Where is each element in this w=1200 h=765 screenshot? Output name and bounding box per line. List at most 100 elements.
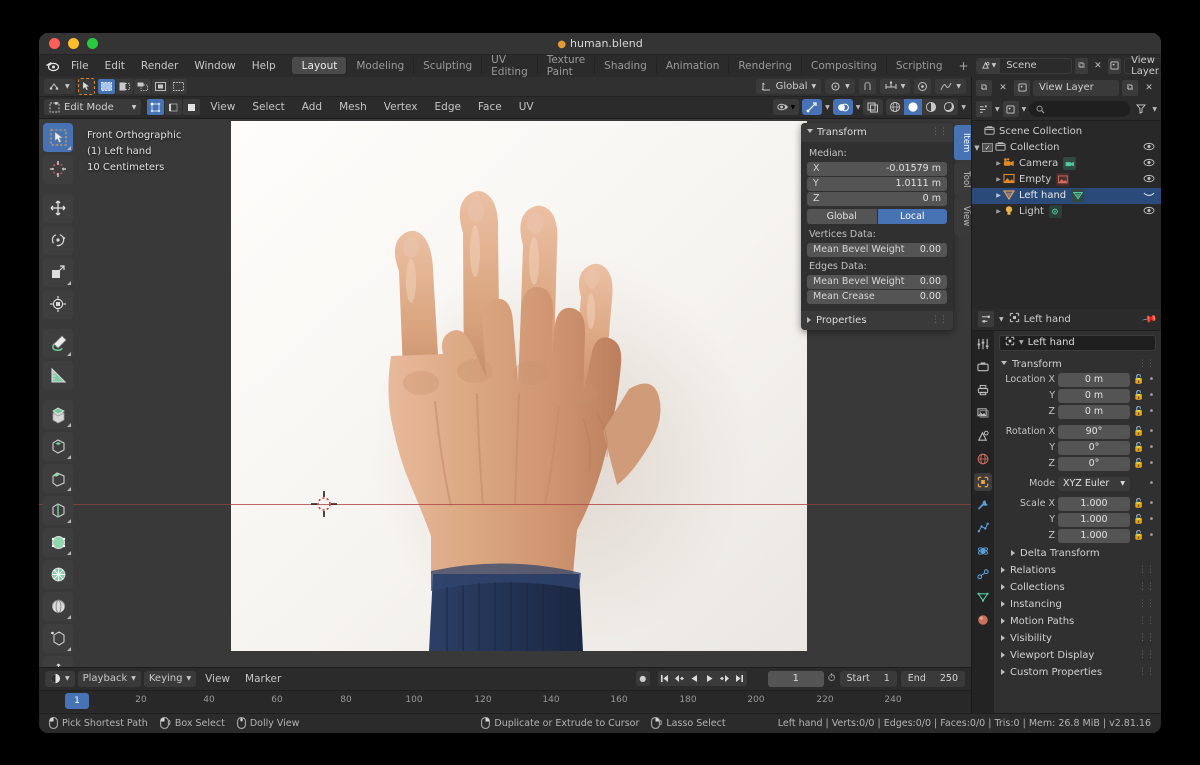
scale-x-row[interactable]: Scale X 1.000 🔓 • — [999, 496, 1156, 511]
rotation-x-value[interactable]: 90° — [1058, 424, 1130, 439]
n-tab-view[interactable]: View — [954, 198, 971, 235]
tab-shading[interactable]: Shading — [594, 57, 656, 74]
local-space-button[interactable]: Local — [877, 208, 947, 224]
outliner-row-collection[interactable]: ▼ ✓ Collection — [972, 140, 1161, 156]
snap-magnet-button[interactable] — [858, 78, 876, 94]
location-z-value[interactable]: 0 m — [1058, 404, 1130, 419]
pivot-point-combo[interactable]: ▼ — [825, 78, 855, 94]
rotation-y-row[interactable]: Y 0° 🔓 • — [999, 440, 1156, 455]
animate-property-dot[interactable]: • — [1147, 498, 1156, 509]
tool-scale[interactable] — [43, 257, 73, 287]
outliner-filter-mode-icon[interactable] — [976, 101, 992, 117]
tab-constraints[interactable] — [974, 565, 992, 583]
scene-icon[interactable]: ▼ — [976, 58, 1001, 73]
tab-scene[interactable] — [974, 427, 992, 445]
add-workspace-button[interactable]: + — [952, 57, 976, 75]
tab-uv-editing[interactable]: UV Editing — [481, 54, 537, 78]
viewport-menu-face[interactable]: Face — [471, 99, 509, 115]
location-x-row[interactable]: Location X 0 m 🔓 • — [999, 372, 1156, 387]
tool-annotate[interactable] — [43, 328, 73, 358]
viewport-menu-add[interactable]: Add — [295, 99, 329, 115]
custom-properties-section[interactable]: Custom Properties ⋮⋮ — [999, 664, 1156, 681]
global-space-button[interactable]: Global — [807, 208, 877, 224]
extend-selection-button[interactable] — [115, 78, 133, 94]
active-tool-chip[interactable]: ▼ — [44, 78, 75, 94]
outliner-row-light[interactable]: ▶ Light — [972, 204, 1161, 220]
lock-icon[interactable]: 🔓 — [1133, 459, 1144, 469]
view-layer-name-value[interactable]: View Layer — [1125, 55, 1161, 77]
wireframe-shading-button[interactable] — [886, 99, 904, 115]
tab-rendering[interactable]: Rendering — [728, 57, 801, 74]
tweak-mode-button[interactable] — [77, 77, 95, 95]
tab-scripting[interactable]: Scripting — [885, 57, 952, 74]
menu-edit[interactable]: Edit — [97, 58, 133, 74]
tool-cursor[interactable] — [43, 154, 73, 184]
viewport-menu-mesh[interactable]: Mesh — [332, 99, 374, 115]
tool-bevel[interactable] — [43, 463, 73, 493]
keying-menu[interactable]: Keying ▼ — [143, 670, 197, 687]
tab-world[interactable] — [974, 450, 992, 468]
scale-y-row[interactable]: Y 1.000 🔓 • — [999, 512, 1156, 527]
menu-window[interactable]: Window — [186, 58, 243, 74]
outliner-row-camera[interactable]: ▶ Camera — [972, 156, 1161, 172]
median-row-y[interactable]: Y 1.0111 m — [807, 176, 947, 191]
tool-tweak-select-box[interactable] — [43, 122, 73, 152]
tab-tool[interactable] — [974, 335, 992, 353]
outliner-row-scene-collection[interactable]: Scene Collection — [972, 124, 1161, 140]
disclosure-triangle-icon[interactable]: ▶ — [994, 160, 1003, 167]
play-reverse-button[interactable] — [687, 671, 702, 686]
rendered-shading-button[interactable] — [940, 99, 958, 115]
instancing-section[interactable]: Instancing ⋮⋮ — [999, 596, 1156, 613]
viewport-menu-uv[interactable]: UV — [512, 99, 541, 115]
tab-material[interactable] — [974, 611, 992, 629]
scale-x-value[interactable]: 1.000 — [1058, 496, 1130, 511]
chevron-down-icon[interactable]: ▼ — [1022, 106, 1027, 113]
show-gizmo-toggle[interactable] — [802, 99, 823, 115]
tab-texture-paint[interactable]: Texture Paint — [536, 54, 594, 78]
view-layer-selector[interactable]: View Layer — [1124, 55, 1161, 77]
tool-poly-build[interactable] — [43, 559, 73, 589]
tool-inset-faces[interactable] — [43, 431, 73, 461]
tab-layout[interactable]: Layout — [291, 57, 347, 74]
disclosure-triangle-icon[interactable]: ▼ — [972, 144, 982, 152]
median-row-z[interactable]: Z 0 m — [807, 191, 947, 206]
tab-physics[interactable] — [974, 542, 992, 560]
outliner-id-type-icon[interactable] — [1002, 101, 1019, 117]
lock-icon[interactable]: 🔓 — [1133, 375, 1144, 385]
jump-to-start-button[interactable] — [657, 671, 672, 686]
lock-icon[interactable]: 🔓 — [1133, 515, 1144, 525]
delta-transform-section[interactable]: Delta Transform — [999, 545, 1156, 562]
face-select-mode-button[interactable] — [183, 99, 201, 115]
disclosure-triangle-icon[interactable]: ▶ — [994, 176, 1003, 183]
median-row-x[interactable]: X -0.01579 m — [807, 161, 947, 176]
tool-knife[interactable] — [43, 527, 73, 557]
outliner-search-input[interactable] — [1029, 101, 1131, 117]
tool-rotate[interactable] — [43, 225, 73, 255]
tab-animation[interactable]: Animation — [655, 57, 729, 74]
animate-property-dot[interactable]: • — [1147, 374, 1156, 385]
rotation-z-value[interactable]: 0° — [1058, 456, 1130, 471]
jump-to-end-button[interactable] — [732, 671, 747, 686]
vertex-select-mode-button[interactable] — [147, 99, 165, 115]
outliner-remove-button[interactable]: ✕ — [1141, 80, 1157, 96]
location-x-value[interactable]: 0 m — [1058, 372, 1130, 387]
relations-section[interactable]: Relations ⋮⋮ — [999, 562, 1156, 579]
collections-section[interactable]: Collections ⋮⋮ — [999, 579, 1156, 596]
proportional-falloff-combo[interactable]: ▼ — [935, 78, 966, 94]
rotation-mode-combo[interactable]: XYZ Euler ▼ — [1058, 476, 1130, 491]
chevron-down-icon[interactable]: ▼ — [1152, 106, 1157, 113]
outliner-tree[interactable]: Scene Collection ▼ ✓ Collection ▶ Camera… — [972, 120, 1161, 309]
next-keyframe-button[interactable] — [717, 671, 732, 686]
scene-selector[interactable]: ▼ Scene — [975, 57, 1072, 74]
timeline-menu-view[interactable]: View — [199, 671, 236, 687]
vertices-mean-bevel-weight-row[interactable]: Mean Bevel Weight 0.00 — [807, 242, 947, 257]
outliner-row-empty[interactable]: ▶ Empty — [972, 172, 1161, 188]
scale-z-value[interactable]: 1.000 — [1058, 528, 1130, 543]
pin-icon[interactable]: 📌 — [1141, 311, 1158, 327]
eye-icon[interactable] — [1143, 206, 1155, 218]
properties-editor-type-button[interactable] — [978, 311, 994, 327]
lock-icon[interactable]: 🔓 — [1133, 391, 1144, 401]
object-name-field[interactable]: ▼ Left hand — [999, 334, 1156, 351]
tab-modeling[interactable]: Modeling — [346, 57, 413, 74]
outliner-display-mode-icon[interactable] — [1014, 79, 1030, 96]
